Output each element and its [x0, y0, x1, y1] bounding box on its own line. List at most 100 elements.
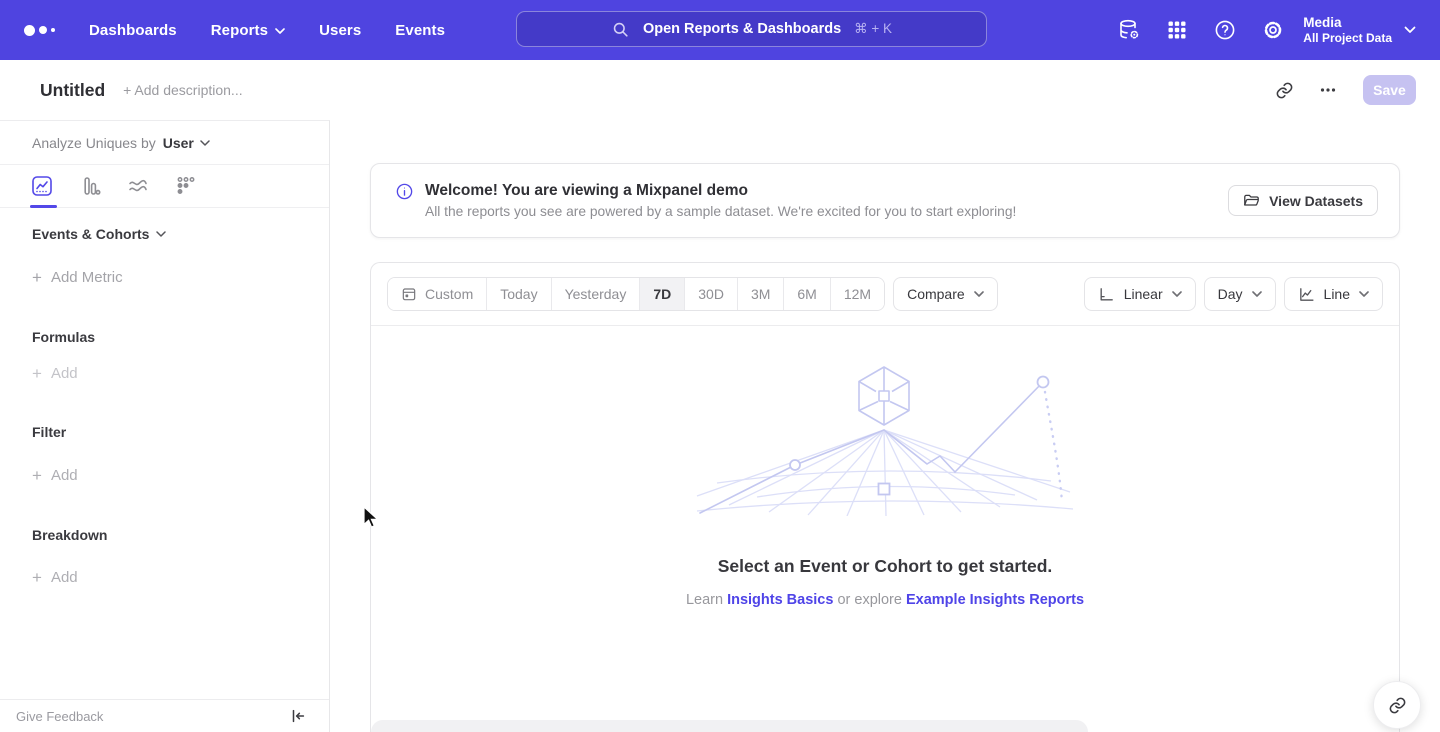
analyze-by-dropdown[interactable]: User	[163, 135, 210, 151]
add-filter-button[interactable]: + Add	[32, 467, 78, 484]
add-description-field[interactable]: + Add description...	[123, 82, 242, 98]
range-yesterday[interactable]: Yesterday	[552, 278, 641, 310]
navbar-right-cluster: Media All Project Data	[1093, 0, 1440, 60]
add-formula-button[interactable]: + Add	[32, 365, 78, 382]
share-link-floating-button[interactable]	[1373, 681, 1421, 729]
bar-chart-tab-icon	[78, 174, 102, 198]
chevron-down-icon	[1359, 291, 1369, 297]
interval-dropdown[interactable]: Day	[1204, 277, 1276, 311]
add-breakdown-button[interactable]: + Add	[32, 569, 78, 586]
empty-state-illustration	[695, 364, 1075, 516]
selected-tab-indicator	[30, 205, 57, 208]
primary-nav: Dashboards Reports Users Events	[89, 22, 445, 39]
compare-dropdown[interactable]: Compare	[893, 277, 998, 311]
explore-text: or explore	[837, 592, 901, 608]
chevron-down-icon	[275, 28, 285, 34]
formulas-section-label: Formulas	[32, 329, 95, 345]
range-7d[interactable]: 7D	[640, 278, 685, 310]
report-header: Untitled + Add description... Save	[0, 60, 1440, 120]
demo-welcome-banner: Welcome! You are viewing a Mixpanel demo…	[370, 163, 1400, 238]
search-shortcut: ⌘ + K	[854, 21, 892, 37]
plus-icon: +	[32, 467, 42, 484]
project-switcher[interactable]: Media All Project Data	[1303, 14, 1392, 46]
next-section-peek	[371, 720, 1088, 732]
range-custom[interactable]: Custom	[388, 278, 487, 310]
banner-text: Welcome! You are viewing a Mixpanel demo…	[425, 182, 1016, 219]
nav-item-dashboards[interactable]: Dashboards	[89, 22, 177, 39]
tab-flows[interactable]	[126, 174, 150, 198]
nav-item-reports[interactable]: Reports	[211, 22, 285, 39]
chevron-down-icon	[974, 291, 984, 297]
project-chevron-down-icon[interactable]	[1404, 26, 1416, 34]
range-30d[interactable]: 30D	[685, 278, 738, 310]
plus-icon: +	[32, 365, 42, 382]
chevron-down-icon	[1172, 291, 1182, 297]
sidebar-footer: Give Feedback	[0, 699, 329, 732]
report-title[interactable]: Untitled	[40, 80, 105, 101]
data-management-icon[interactable]	[1117, 18, 1141, 42]
chevron-down-icon	[1252, 291, 1262, 297]
retention-dots-tab-icon	[174, 174, 198, 198]
tab-retention[interactable]	[174, 174, 198, 198]
project-name: Media	[1303, 14, 1392, 31]
help-icon[interactable]	[1213, 18, 1237, 42]
apps-grid-icon[interactable]	[1165, 18, 1189, 42]
flows-tab-icon	[126, 174, 150, 198]
query-builder-sidebar: Analyze Uniques by User	[0, 120, 330, 732]
view-datasets-button[interactable]: View Datasets	[1228, 185, 1378, 216]
analyze-prefix-label: Analyze Uniques by	[32, 135, 156, 151]
range-6m[interactable]: 6M	[784, 278, 830, 310]
banner-subtitle: All the reports you see are powered by a…	[425, 204, 1016, 219]
line-chart-tab-icon	[30, 174, 54, 198]
empty-state: Select an Event or Cohort to get started…	[371, 364, 1399, 608]
example-insights-reports-link[interactable]: Example Insights Reports	[906, 592, 1084, 608]
link-icon	[1388, 696, 1407, 715]
settings-gear-icon[interactable]	[1261, 18, 1285, 42]
more-options-icon[interactable]	[1315, 77, 1341, 103]
banner-title: Welcome! You are viewing a Mixpanel demo	[425, 182, 1016, 200]
top-navbar: Dashboards Reports Users Events Open Rep…	[0, 0, 1440, 60]
events-cohorts-section-label[interactable]: Events & Cohorts	[32, 226, 166, 242]
calendar-icon	[401, 286, 417, 302]
range-today[interactable]: Today	[487, 278, 551, 310]
nav-item-events[interactable]: Events	[395, 22, 445, 39]
analyze-uniques-row: Analyze Uniques by User	[0, 121, 329, 165]
line-chart-icon	[1298, 286, 1315, 303]
search-placeholder: Open Reports & Dashboards	[643, 21, 841, 37]
chart-type-dropdown[interactable]: Line	[1284, 277, 1383, 311]
report-header-actions: Save	[1271, 75, 1416, 105]
report-card: Custom Today Yesterday 7D 30D 3M 6M 12M …	[370, 262, 1400, 732]
date-range-picker: Custom Today Yesterday 7D 30D 3M 6M 12M	[387, 277, 885, 311]
insights-basics-link[interactable]: Insights Basics	[727, 592, 833, 608]
tab-line-chart[interactable]	[30, 174, 54, 198]
breakdown-section-label: Breakdown	[32, 527, 107, 543]
chevron-down-icon	[156, 231, 166, 237]
plus-icon: +	[32, 569, 42, 586]
scale-dropdown[interactable]: Linear	[1084, 277, 1196, 311]
search-icon	[611, 20, 630, 39]
chevron-down-icon	[200, 140, 210, 146]
axis-scale-icon	[1098, 286, 1115, 303]
give-feedback-link[interactable]: Give Feedback	[16, 709, 103, 724]
main-content: Welcome! You are viewing a Mixpanel demo…	[330, 120, 1440, 732]
learn-prefix: Learn	[686, 592, 723, 608]
visualization-tabs	[0, 165, 329, 208]
save-button[interactable]: Save	[1363, 75, 1416, 105]
info-icon	[395, 182, 414, 201]
copy-link-icon[interactable]	[1271, 77, 1297, 103]
folder-icon	[1243, 192, 1260, 209]
plus-icon: +	[32, 269, 42, 286]
empty-state-links: Learn Insights Basics or explore Example…	[371, 592, 1399, 608]
report-controls: Custom Today Yesterday 7D 30D 3M 6M 12M …	[371, 263, 1399, 326]
range-12m[interactable]: 12M	[831, 278, 884, 310]
global-search-input[interactable]: Open Reports & Dashboards ⌘ + K	[516, 11, 987, 47]
nav-item-users[interactable]: Users	[319, 22, 361, 39]
mixpanel-logo-icon[interactable]	[24, 25, 55, 36]
project-scope: All Project Data	[1303, 31, 1392, 46]
empty-state-title: Select an Event or Cohort to get started…	[371, 556, 1399, 577]
collapse-sidebar-icon[interactable]	[289, 707, 307, 725]
add-metric-button[interactable]: + Add Metric	[32, 269, 123, 286]
range-3m[interactable]: 3M	[738, 278, 784, 310]
mixpanel-insights-app: Dashboards Reports Users Events Open Rep…	[0, 0, 1440, 732]
tab-bar-chart[interactable]	[78, 174, 102, 198]
